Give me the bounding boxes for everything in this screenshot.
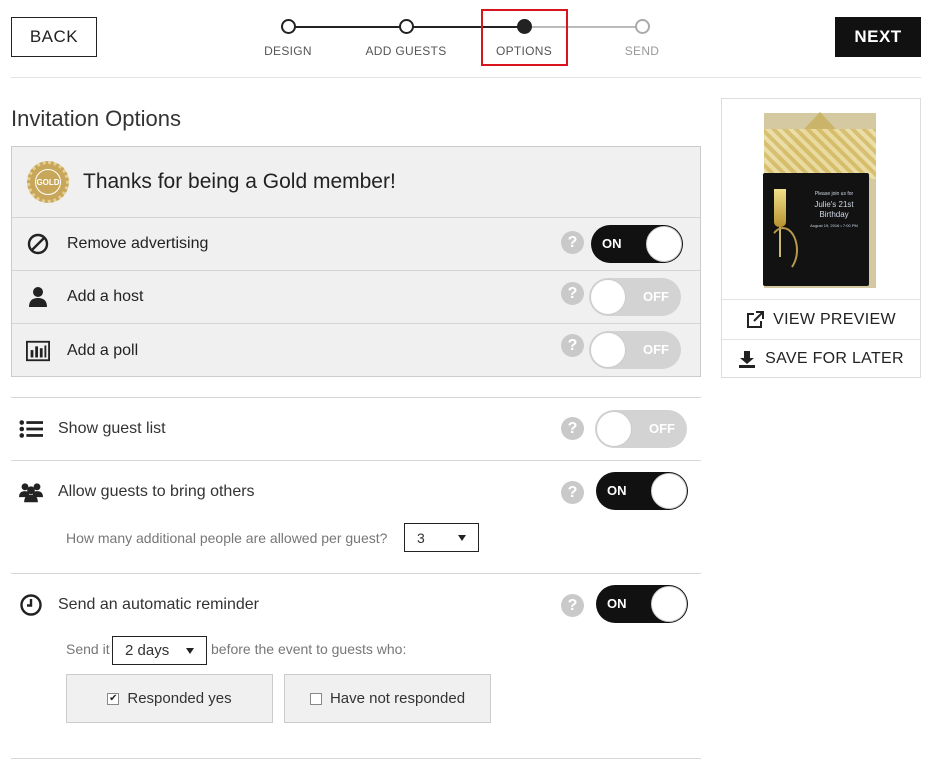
list-icon xyxy=(19,417,43,441)
card-line-2: Julie's 21st Birthday xyxy=(814,200,854,219)
additional-people-label: How many additional people are allowed p… xyxy=(66,530,388,546)
page-title: Invitation Options xyxy=(11,106,181,131)
gold-member-title: Thanks for being a Gold member! xyxy=(83,170,396,193)
card-line-1: Please join us for xyxy=(814,191,854,197)
option-label: Remove advertising xyxy=(67,235,209,252)
option-add-host: Add a host ? OFF xyxy=(12,271,700,324)
card-line-3: August 19, 2016 • 7:00 PM xyxy=(810,223,858,228)
gold-member-panel: GOLD Thanks for being a Gold member! Rem… xyxy=(11,146,701,377)
help-icon[interactable]: ? xyxy=(561,231,584,254)
next-button[interactable]: NEXT xyxy=(835,17,921,57)
add-host-toggle[interactable]: OFF xyxy=(589,278,681,316)
reminder-days-select[interactable]: 2 days xyxy=(112,636,207,665)
invitation-preview-panel: Please join us for Julie's 21st Birthday… xyxy=(721,98,921,378)
help-icon[interactable]: ? xyxy=(561,334,584,357)
option-remove-advertising: Remove advertising ? ON xyxy=(12,218,700,271)
option-add-poll: Add a poll ? OFF xyxy=(12,324,700,377)
step-add-guests[interactable]: ADD GUESTS xyxy=(351,10,461,58)
toggle-state: ON xyxy=(607,483,627,498)
help-icon[interactable]: ? xyxy=(561,481,584,504)
chevron-down-icon xyxy=(186,647,194,654)
step-label: ADD GUESTS xyxy=(365,44,447,58)
group-icon xyxy=(19,480,43,504)
step-send[interactable]: SEND xyxy=(587,10,697,58)
add-poll-toggle[interactable]: OFF xyxy=(589,331,681,369)
back-button[interactable]: BACK xyxy=(11,17,97,57)
remove-advertising-toggle[interactable]: ON xyxy=(591,225,683,263)
header-divider xyxy=(11,77,921,78)
checkbox-label: Have not responded xyxy=(329,690,466,707)
checkbox-checked-icon: ✔ xyxy=(107,692,120,705)
invitation-thumbnail[interactable]: Please join us for Julie's 21st Birthday… xyxy=(722,99,920,300)
step-label: DESIGN xyxy=(264,44,312,58)
responded-yes-checkbox[interactable]: ✔ Responded yes xyxy=(66,674,273,723)
download-icon xyxy=(738,350,756,368)
toggle-knob xyxy=(646,226,682,262)
help-icon[interactable]: ? xyxy=(561,282,584,305)
option-label: Add a poll xyxy=(67,341,139,359)
option-label: Show guest list xyxy=(58,420,166,437)
section-divider xyxy=(11,397,701,398)
reminder-prefix-text: Send it xyxy=(66,641,110,657)
reminder-suffix-text: before the event to guests who: xyxy=(211,641,407,657)
save-for-later-label: SAVE FOR LATER xyxy=(765,350,904,367)
toggle-state: ON xyxy=(607,596,627,611)
toggle-knob xyxy=(596,411,632,447)
section-divider xyxy=(11,460,701,461)
checkbox-label: Responded yes xyxy=(127,690,232,707)
step-label: SEND xyxy=(624,44,660,58)
gold-badge-text: GOLD xyxy=(35,169,61,195)
gold-ribbon-illustration xyxy=(768,227,798,273)
toggle-state: OFF xyxy=(643,289,669,304)
bar-chart-icon xyxy=(26,339,50,363)
view-preview-button[interactable]: VIEW PREVIEW xyxy=(722,300,920,339)
not-responded-checkbox[interactable]: Have not responded xyxy=(284,674,491,723)
progress-stepper: DESIGN ADD GUESTS OPTIONS SEND xyxy=(250,10,680,70)
clock-icon xyxy=(19,593,43,617)
step-dot xyxy=(398,19,414,34)
select-value: 3 xyxy=(417,529,425,546)
toggle-knob xyxy=(651,586,687,622)
section-divider xyxy=(11,758,701,759)
help-icon[interactable]: ? xyxy=(561,417,584,440)
invitation-card-text: Please join us for Julie's 21st Birthday… xyxy=(804,191,864,228)
section-divider xyxy=(11,573,701,574)
toggle-state: ON xyxy=(602,236,622,251)
gold-badge-icon: GOLD xyxy=(27,161,69,203)
envelope-liner-pattern xyxy=(764,129,876,179)
no-ads-icon xyxy=(26,232,50,256)
step-dot xyxy=(634,19,650,34)
checkbox-unchecked-icon xyxy=(309,692,322,705)
automatic-reminder-toggle[interactable]: ON xyxy=(596,585,688,623)
step-design[interactable]: DESIGN xyxy=(233,10,343,58)
toggle-knob xyxy=(651,473,687,509)
additional-people-select[interactable]: 3 xyxy=(404,523,479,552)
chevron-down-icon xyxy=(458,534,466,541)
toggle-knob xyxy=(590,279,626,315)
save-for-later-button[interactable]: SAVE FOR LATER xyxy=(722,339,920,378)
option-label: Send an automatic reminder xyxy=(58,596,259,613)
gold-member-header: GOLD Thanks for being a Gold member! xyxy=(12,147,700,218)
show-guest-list-toggle[interactable]: OFF xyxy=(595,410,687,448)
view-preview-label: VIEW PREVIEW xyxy=(773,310,896,328)
option-label: Allow guests to bring others xyxy=(58,483,255,500)
bring-others-toggle[interactable]: ON xyxy=(596,472,688,510)
toggle-knob xyxy=(590,332,626,368)
help-icon[interactable]: ? xyxy=(561,594,584,617)
person-icon xyxy=(26,285,50,309)
step-dot xyxy=(280,19,296,34)
option-label: Add a host xyxy=(67,288,144,305)
select-value: 2 days xyxy=(125,642,170,659)
champagne-glass-illustration xyxy=(774,189,786,227)
toggle-state: OFF xyxy=(643,342,669,357)
current-step-highlight xyxy=(481,9,568,66)
toggle-state: OFF xyxy=(649,421,675,436)
external-link-icon xyxy=(746,310,765,329)
